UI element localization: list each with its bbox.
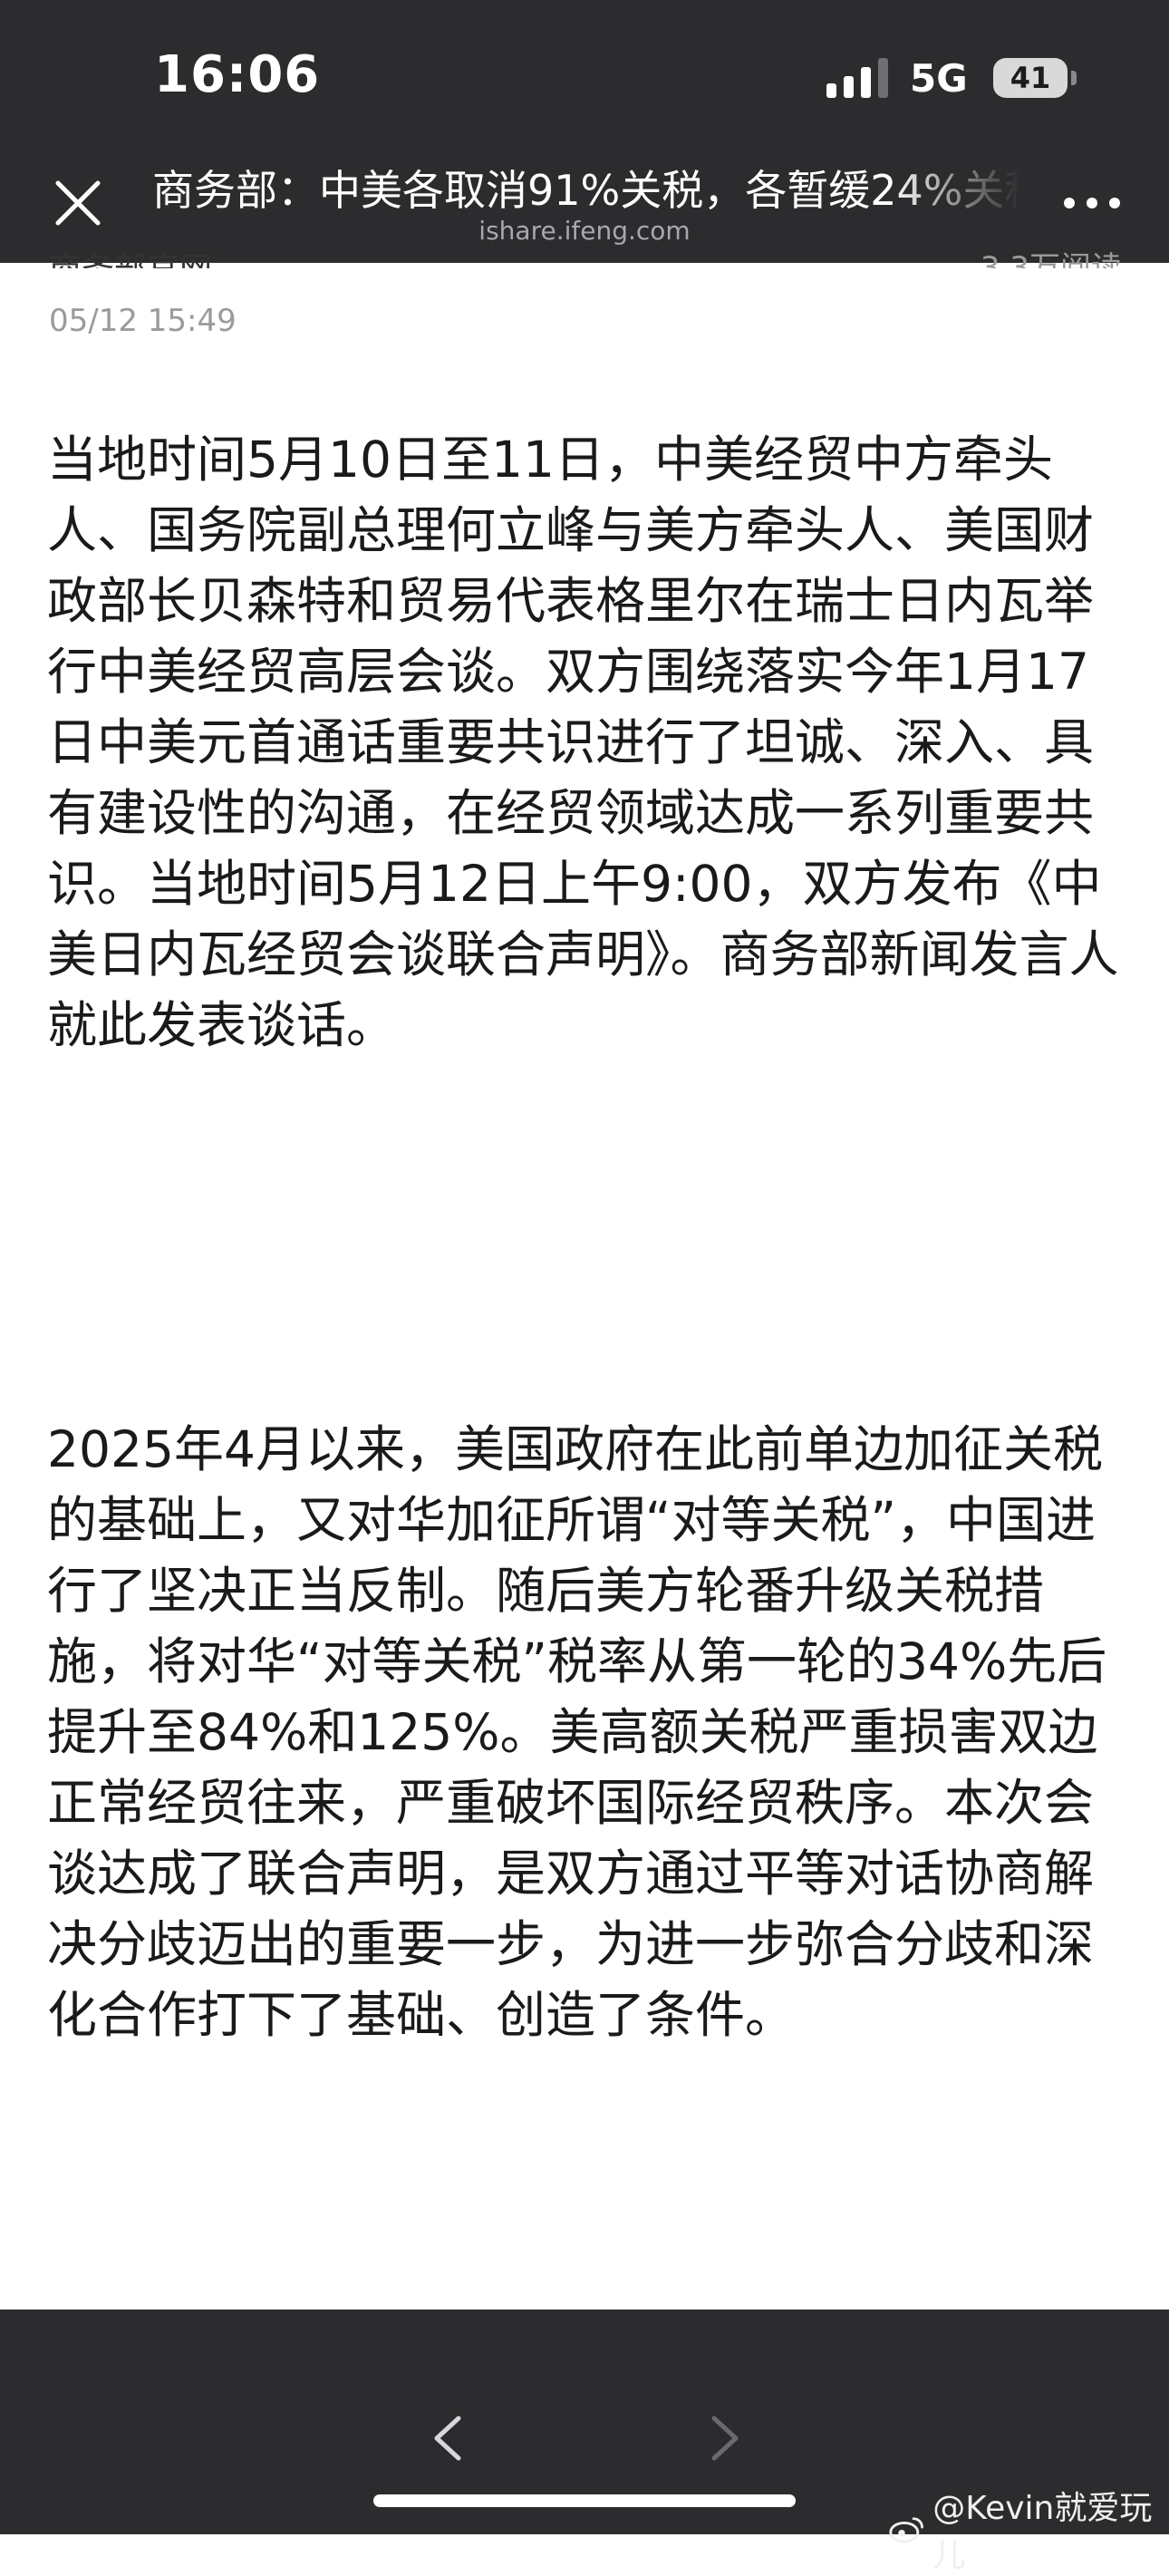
- article-byline: 商务部官网: [49, 243, 212, 268]
- page-domain: ishare.ifeng.com: [478, 216, 691, 246]
- more-icon[interactable]: [1060, 192, 1124, 214]
- close-icon[interactable]: [49, 174, 107, 232]
- home-indicator[interactable]: [373, 2494, 796, 2507]
- battery-indicator: 41: [993, 58, 1068, 98]
- top-bar: 16:06 5G 41 商务部：中美各取消91%关税，各暂缓24%关税 isha…: [0, 0, 1169, 263]
- chevron-left-icon[interactable]: [422, 2411, 477, 2465]
- chevron-right-icon[interactable]: [696, 2411, 750, 2465]
- signal-icon: [826, 58, 888, 98]
- weibo-icon: [889, 2517, 923, 2543]
- article-paragraph: 当地时间5月10日至11日，中美经贸中方牵头人、国务院副总理何立峰与美方牵头人、…: [47, 431, 1119, 1054]
- battery-tip: [1071, 71, 1077, 85]
- status-time: 16:06: [154, 45, 321, 104]
- watermark: @Kevin就爱玩儿: [888, 2482, 1169, 2576]
- read-count: 3.3万阅读: [980, 250, 1122, 268]
- watermark-text: @Kevin就爱玩儿: [932, 2490, 1153, 2574]
- network-label: 5G: [910, 56, 968, 101]
- article-paragraph: 2025年4月以来，美国政府在此前单边加征关税的基础上，又对华加征所谓“对等关税…: [47, 1420, 1107, 2044]
- page-title: 商务部：中美各取消91%关税，各暂缓24%关税: [152, 166, 1020, 215]
- article-date: 05/12 15:49: [49, 303, 237, 339]
